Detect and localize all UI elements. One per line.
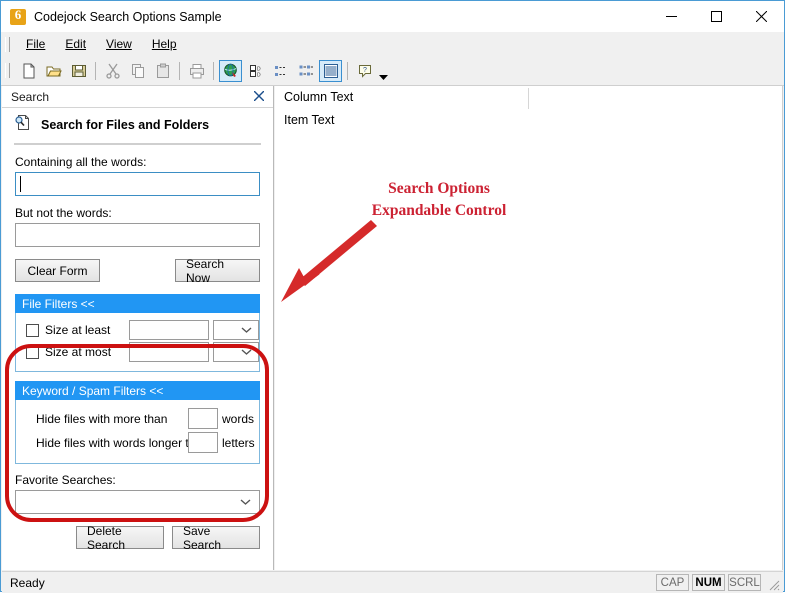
hide-more-than-input[interactable]	[188, 408, 218, 429]
size-at-least-row: Size at least	[26, 320, 259, 340]
column-header-text: Column Text	[284, 90, 354, 104]
details-icon[interactable]	[319, 59, 342, 82]
list-icon[interactable]	[294, 60, 317, 82]
search-header-title: Search for Files and Folders	[41, 118, 210, 132]
clear-form-button[interactable]: Clear Form	[15, 259, 100, 282]
list-item-text: Item Text	[284, 113, 335, 127]
containing-words-input[interactable]	[15, 172, 260, 196]
file-filters-group: File Filters << Size at least Size at mo…	[2, 294, 273, 372]
hide-more-than-row: Hide files with more than words	[36, 408, 259, 429]
menu-bar: File Edit View Help	[1, 32, 784, 56]
content-pane: Column Text Item Text Search Options Exp…	[275, 86, 783, 570]
size-at-least-input[interactable]	[128, 320, 210, 340]
search-pane-caption: Search	[2, 86, 273, 108]
search-pane: Search Search for Files and Folders Cont…	[2, 86, 274, 570]
form-buttons: Clear Form Search Now	[15, 257, 260, 285]
containing-words-label: Containing all the words:	[15, 155, 147, 169]
menu-help-label: Help	[151, 37, 177, 51]
keyword-filters-group: Keyword / Spam Filters << Hide files wit…	[2, 381, 273, 464]
close-button[interactable]	[739, 1, 784, 32]
favorite-searches-label: Favorite Searches:	[15, 473, 116, 487]
search-pane-title: Search	[11, 89, 50, 104]
delete-search-button[interactable]: Delete Search	[76, 524, 164, 552]
help-icon[interactable]: ?	[353, 60, 376, 82]
hide-longer-than-unit: letters	[222, 435, 255, 450]
status-indicators: CAP NUM SCRL	[656, 574, 761, 591]
hide-longer-than-input[interactable]	[188, 432, 218, 453]
menu-edit-label: Edit	[65, 37, 87, 51]
hide-more-than-label: Hide files with more than	[36, 411, 168, 426]
column-divider[interactable]	[528, 88, 529, 109]
toolbar-separator-4	[347, 61, 348, 80]
cut-icon[interactable]	[101, 60, 124, 82]
favorite-buttons: Delete Search Save Search	[2, 524, 260, 552]
status-badge-cap: CAP	[656, 574, 689, 591]
menu-view-label: View	[106, 37, 132, 51]
file-filters-header[interactable]: File Filters <<	[15, 294, 260, 313]
window-controls	[649, 1, 784, 32]
title-bar: Codejock Search Options Sample	[1, 1, 784, 32]
resize-grip-icon[interactable]	[766, 577, 780, 591]
toolbar-separator-3	[213, 61, 214, 80]
text-caret	[20, 176, 21, 192]
large-icons-icon[interactable]: D D	[244, 60, 267, 82]
search-document-icon	[14, 114, 31, 136]
close-icon[interactable]	[251, 88, 267, 104]
hide-longer-than-label: Hide files with words longer than	[36, 435, 209, 450]
size-at-most-input[interactable]	[128, 342, 210, 362]
file-filters-body: Size at least Size at most	[15, 313, 260, 372]
globe-icon[interactable]	[219, 59, 242, 82]
copy-icon[interactable]	[126, 60, 149, 82]
header-divider	[14, 143, 261, 145]
search-now-button[interactable]: Search Now	[175, 257, 260, 285]
size-at-most-row: Size at most	[26, 342, 259, 362]
save-search-button[interactable]: Save Search	[172, 524, 260, 552]
hide-more-than-unit: words	[222, 411, 255, 426]
toolbar-dropdown-arrow-icon[interactable]	[377, 58, 389, 84]
codejock-logo-icon	[10, 7, 26, 25]
annotation-arrow-icon	[281, 220, 377, 302]
size-at-most-checkbox[interactable]	[26, 345, 39, 359]
menu-file-label: File	[26, 37, 46, 51]
size-at-most-unit-combo[interactable]	[213, 342, 259, 362]
print-icon[interactable]	[185, 60, 208, 82]
toolbar-separator-2	[179, 61, 180, 80]
window-title: Codejock Search Options Sample	[34, 9, 222, 24]
toolbar-separator-1	[95, 61, 96, 80]
hide-longer-than-row: Hide files with words longer than letter…	[36, 432, 259, 453]
not-words-label: But not the words:	[15, 206, 112, 220]
menu-item-file[interactable]: File	[16, 35, 55, 53]
open-icon[interactable]	[42, 60, 65, 82]
toolbar-gripper[interactable]	[5, 63, 10, 78]
status-badge-num: NUM	[692, 574, 725, 591]
menu-item-help[interactable]: Help	[142, 35, 187, 53]
svg-text:?: ?	[363, 67, 367, 74]
size-at-least-label: Size at least	[45, 323, 111, 337]
minimize-button[interactable]	[649, 1, 694, 32]
search-header: Search for Files and Folders	[2, 108, 273, 140]
size-at-least-checkbox[interactable]	[26, 323, 39, 337]
keyword-filters-body: Hide files with more than words Hide fil…	[15, 400, 260, 464]
not-words-input[interactable]	[15, 223, 260, 247]
menu-gripper[interactable]	[5, 36, 10, 52]
size-at-least-unit-combo[interactable]	[213, 320, 259, 340]
keyword-filters-header[interactable]: Keyword / Spam Filters <<	[15, 381, 260, 400]
status-message: Ready	[10, 575, 45, 590]
annotation-line-1: Search Options	[388, 180, 490, 197]
svg-text:D: D	[257, 72, 261, 78]
maximize-button[interactable]	[694, 1, 739, 32]
status-bar: Ready CAP NUM SCRL	[2, 571, 783, 593]
small-icons-icon[interactable]	[269, 60, 292, 82]
size-at-most-label: Size at most	[45, 345, 112, 359]
application-window: Codejock Search Options Sample File Edit…	[0, 0, 785, 593]
status-badge-scrl: SCRL	[728, 574, 761, 591]
menu-item-view[interactable]: View	[96, 35, 142, 53]
new-icon[interactable]	[17, 60, 40, 82]
favorite-searches-combo[interactable]	[15, 490, 260, 514]
paste-icon[interactable]	[151, 60, 174, 82]
menu-item-edit[interactable]: Edit	[55, 35, 96, 53]
save-icon[interactable]	[67, 60, 90, 82]
toolbar: D D ?	[1, 56, 784, 86]
